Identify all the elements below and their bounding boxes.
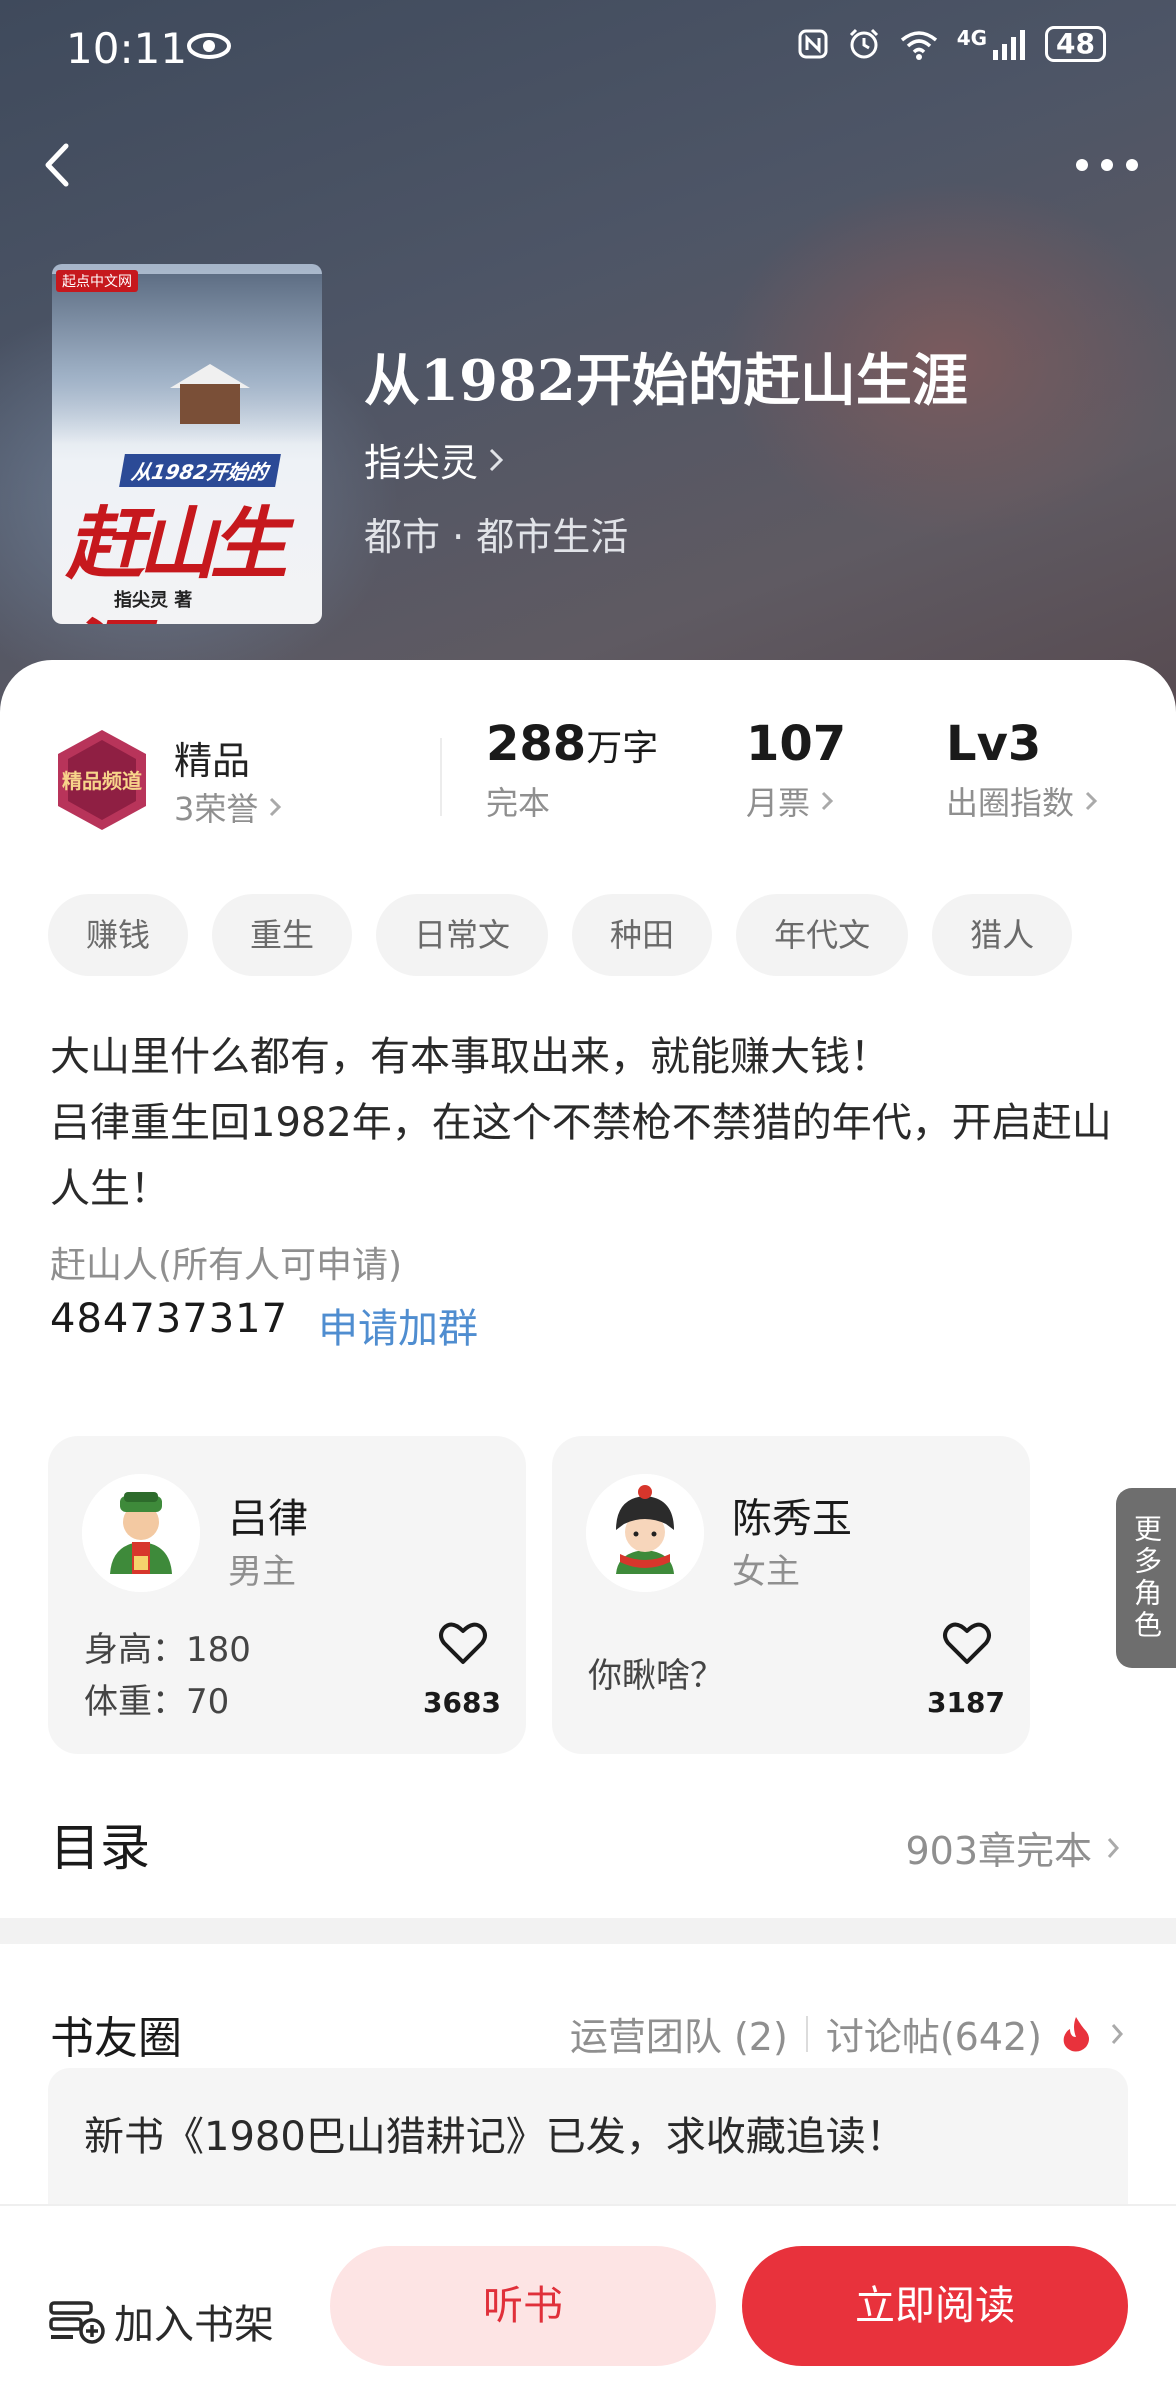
tag-chip[interactable]: 赚钱 (48, 894, 189, 976)
chevron-right-icon (489, 448, 504, 471)
add-to-shelf-button[interactable]: 加入书架 (48, 2292, 274, 2350)
character-role: 女主 (732, 1552, 800, 1592)
character-role: 男主 (228, 1552, 296, 1592)
fan-group-number: 484737317 (50, 1296, 289, 1342)
table-of-contents-row[interactable]: 目录 903章完本 (0, 1780, 1176, 1900)
chapter-count: 903章完本 (905, 1829, 1092, 1873)
discussion-count[interactable]: 讨论帖(642) (826, 2006, 1042, 2061)
more-options-icon[interactable] (1072, 150, 1142, 180)
add-to-shelf-label: 加入书架 (114, 2302, 274, 2348)
book-cover[interactable]: 起点中文网 从1982开始的 赶山生涯 指尖灵 著 (52, 264, 322, 624)
post-text: 新书《1980巴山猎耕记》已发，求收藏追读！ (84, 2114, 906, 2160)
tag-chip[interactable]: 年代文 (736, 894, 909, 976)
chevron-right-icon (1085, 791, 1098, 811)
character-card[interactable]: 陈秀玉 女主 你瞅啥？ 3187 (552, 1436, 1030, 1754)
cover-publisher: 起点中文网 (56, 270, 138, 292)
word-count: 288 (486, 716, 587, 772)
book-circle-title: 书友圈 (50, 2013, 182, 2064)
link-separator (805, 2015, 808, 2052)
quality-badge-icon[interactable]: 精品频道 (50, 728, 154, 832)
read-now-button[interactable]: 立即阅读 (742, 2246, 1128, 2366)
fan-group-name: 赶山人(所有人可申请) (50, 1245, 403, 1286)
battery-indicator: 48 (1045, 26, 1106, 62)
toc-chapter-count: 903章完本 (905, 1820, 1120, 1875)
completion-status: 完本 (486, 784, 551, 822)
character-card[interactable]: 吕律 男主 身高：180 体重：70 3683 (48, 1436, 526, 1754)
toc-title: 目录 (50, 1819, 150, 1877)
book-circle-links[interactable]: 运营团队 (2) 讨论帖(642) (570, 2006, 1124, 2061)
character-name: 陈秀玉 (732, 1496, 852, 1542)
character-avatar (82, 1474, 200, 1592)
signal-icon (993, 30, 1026, 60)
operation-team-link[interactable]: 运营团队 (2) (570, 2006, 788, 2061)
author-link[interactable]: 指尖灵 (364, 432, 504, 487)
network-type: 4G (956, 26, 988, 50)
author-name: 指尖灵 (364, 441, 479, 485)
nfc-icon (798, 29, 828, 59)
character-info: 身高：180 体重：70 (84, 1624, 251, 1728)
heart-icon[interactable] (438, 1620, 488, 1666)
status-time: 10:11 (66, 24, 188, 73)
tag-list: 赚钱 重生 日常文 种田 年代文 猎人 (48, 894, 1073, 976)
character-quote: 你瞅啥？ (588, 1656, 724, 1696)
status-icons: 4G 48 (797, 26, 1106, 62)
popularity-level: Lv3 (946, 716, 1042, 772)
cover-house (180, 384, 240, 424)
status-bar: 10:11 4G 48 (0, 0, 1176, 100)
character-weight: 体重：70 (84, 1682, 230, 1722)
eye-icon (187, 33, 231, 59)
book-description[interactable]: 大山里什么都有，有本事取出来，就能赚大钱！ 吕律重生回1982年，在这个不禁枪不… (50, 1024, 1130, 1222)
like-count: 3187 (927, 1686, 1005, 1719)
word-count-stat: 288万字 完本 (486, 716, 658, 824)
book-title: 从1982开始的赶山生涯 (364, 348, 968, 414)
back-icon[interactable] (34, 140, 84, 190)
heart-icon[interactable] (942, 1620, 992, 1666)
stats-divider (440, 738, 442, 816)
cover-title: 赶山生涯 (66, 499, 288, 624)
description-line: 大山里什么都有，有本事取出来，就能赚大钱！ (50, 1034, 890, 1080)
popularity-index-stat[interactable]: Lv3 出圈指数 (946, 716, 1098, 824)
stats-row: 精品频道 精品 3荣誉 288万字 完本 107 月票 Lv3 出圈指数 (0, 716, 1176, 836)
alarm-icon (849, 28, 878, 59)
chevron-right-icon (1111, 2023, 1124, 2044)
honors-count: 3荣誉 (174, 790, 259, 828)
word-unit: 万字 (586, 728, 659, 769)
popularity-label: 出圈指数 (946, 784, 1075, 822)
character-info: 你瞅啥？ (588, 1650, 724, 1702)
chevron-right-icon (1107, 1837, 1120, 1858)
chevron-right-icon (821, 791, 834, 811)
description-line: 吕律重生回1982年，在这个不禁枪不禁猎的年代，开启赶山人生！ (50, 1100, 1112, 1212)
fire-icon (1063, 2016, 1089, 2051)
like-count: 3683 (423, 1686, 501, 1719)
tag-chip[interactable]: 重生 (212, 894, 353, 976)
book-detail-card: 精品频道 精品 3荣誉 288万字 完本 107 月票 Lv3 出圈指数 赚钱 … (0, 660, 1176, 1920)
badge-title: 精品 (174, 739, 251, 783)
book-genre[interactable]: 都市 · 都市生活 (364, 506, 628, 561)
badge-emblem: 精品频道 (62, 769, 142, 793)
honors-link[interactable]: 3荣誉 (174, 784, 282, 830)
monthly-ticket-count: 107 (746, 716, 847, 772)
book-circle-section: 书友圈 运营团队 (2) 讨论帖(642) 新书《1980巴山猎耕记》已发，求收… (0, 1944, 1176, 2268)
cover-author: 指尖灵 著 (114, 590, 193, 611)
character-avatar (586, 1474, 704, 1592)
listen-button[interactable]: 听书 (330, 2246, 716, 2366)
monthly-ticket-label: 月票 (746, 784, 811, 822)
join-group-link[interactable]: 申请加群 (318, 1296, 478, 1354)
tag-chip[interactable]: 种田 (572, 894, 713, 976)
character-name: 吕律 (228, 1496, 308, 1542)
more-characters-button[interactable]: 更多角色 (1116, 1488, 1176, 1668)
bottom-action-bar: 加入书架 听书 立即阅读 (0, 2204, 1176, 2402)
section-divider (0, 1918, 1176, 1944)
wifi-icon (900, 31, 937, 60)
tag-chip[interactable]: 猎人 (932, 894, 1073, 976)
tag-chip[interactable]: 日常文 (376, 894, 549, 976)
chevron-right-icon (270, 797, 282, 817)
monthly-ticket-stat[interactable]: 107 月票 (746, 716, 846, 824)
bookshelf-add-icon (49, 2301, 105, 2344)
character-height: 身高：180 (84, 1630, 251, 1670)
book-header: 10:11 4G 48 起点中文网 从1982开始的 赶山生涯 指尖灵 著 从1… (0, 0, 1176, 720)
